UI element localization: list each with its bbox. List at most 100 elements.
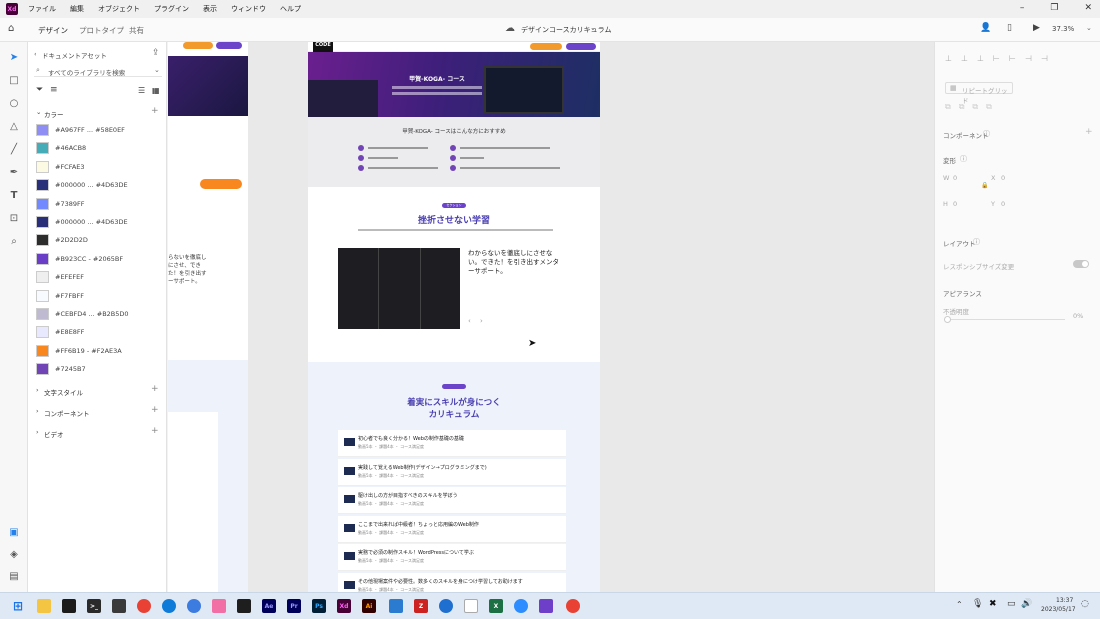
components-heading[interactable]: コンポーネント: [44, 408, 90, 418]
opacity-slider-handle[interactable]: [944, 316, 951, 323]
library-search[interactable]: ⌕ すべてのライブラリを検索 ⌄: [34, 64, 162, 77]
colors-heading[interactable]: カラー: [44, 109, 64, 119]
prev-arrow-icon[interactable]: ‹: [468, 317, 471, 325]
course-row[interactable]: 初心者でも良く分かる！Webの制作基礎の基礎 動画5本 ・ 課題4本 ・ コース満…: [338, 430, 566, 457]
maximize-icon[interactable]: ❐: [1050, 3, 1058, 13]
ellipse-tool-icon[interactable]: ○: [7, 96, 21, 110]
browser-icon[interactable]: [187, 599, 201, 613]
repeat-grid-button[interactable]: ▦ リピートグリッド: [945, 82, 1013, 105]
line-tool-icon[interactable]: ╱: [7, 142, 21, 156]
tab-design[interactable]: デザイン: [38, 25, 68, 44]
color-swatch[interactable]: [36, 160, 49, 173]
artboard-left-lower[interactable]: [168, 360, 248, 592]
zoom-tool-icon[interactable]: ⌕: [7, 234, 21, 248]
tray-app-icon[interactable]: ✖: [989, 599, 997, 609]
assets-icon[interactable]: ▣: [7, 525, 21, 539]
polygon-tool-icon[interactable]: △: [7, 119, 21, 133]
color-swatch[interactable]: [36, 142, 49, 155]
text-tool-icon[interactable]: T: [7, 188, 21, 202]
photos-icon[interactable]: [212, 599, 226, 613]
boolean-icons[interactable]: ⧉⧉⧉⧉: [945, 102, 1025, 112]
home-icon[interactable]: ⌂: [8, 23, 14, 34]
course-row[interactable]: その他現場案件や必要性。数多くのスキルを身につけ学習してお助けます 動画5本 ・ …: [338, 573, 566, 592]
pen-tool-icon[interactable]: ✒: [7, 165, 21, 179]
back-chevron-icon[interactable]: ‹: [34, 50, 37, 58]
color-swatch[interactable]: [36, 308, 49, 320]
add-color-icon[interactable]: +: [151, 106, 159, 116]
color-swatch[interactable]: [36, 179, 49, 192]
menu-help[interactable]: ヘルプ: [280, 4, 301, 14]
menu-file[interactable]: ファイル: [28, 4, 56, 14]
canvas[interactable]: らないを徹底しにさせ、できた！を引き出すーサポート。 CODE 甲賀-KOGA-…: [168, 42, 934, 592]
zoom-chevron-icon[interactable]: ⌄: [1086, 24, 1092, 32]
zoom-level[interactable]: 37.3%: [1052, 25, 1074, 33]
text-styles-chevron-icon[interactable]: ›: [36, 386, 39, 394]
color-swatch[interactable]: [36, 124, 49, 136]
chrome-profile-icon[interactable]: [566, 599, 580, 613]
layout-info-icon[interactable]: ⓘ: [973, 237, 980, 247]
terminal-icon[interactable]: >_: [87, 599, 101, 613]
user-icon[interactable]: 👤: [980, 23, 991, 33]
mobile-preview-icon[interactable]: ▯: [1007, 23, 1012, 33]
illustrator-icon[interactable]: Ai: [362, 599, 376, 613]
excel-icon[interactable]: X: [489, 599, 503, 613]
windows-start-icon[interactable]: ⊞: [11, 599, 25, 613]
color-swatch[interactable]: [36, 363, 49, 376]
artboard-left[interactable]: らないを徹底しにさせ、できた！を引き出すーサポート。: [168, 42, 248, 360]
color-swatch[interactable]: [36, 344, 49, 357]
layers-icon[interactable]: ◈: [7, 547, 21, 561]
add-component-state-icon[interactable]: +: [1085, 127, 1093, 137]
zoom-app-icon[interactable]: [514, 599, 528, 613]
rectangle-tool-icon[interactable]: □: [7, 73, 21, 87]
chevron-down-icon[interactable]: ⌄: [590, 24, 596, 32]
after-effects-icon[interactable]: Ae: [262, 599, 276, 613]
document-title[interactable]: デザインコースカリキュラム: [521, 25, 611, 35]
info-icon[interactable]: ⓘ: [983, 129, 990, 139]
monitor-icon[interactable]: ▭: [1007, 599, 1016, 609]
minimize-icon[interactable]: –: [1020, 3, 1025, 13]
y-value[interactable]: 0: [1001, 200, 1005, 208]
play-icon[interactable]: ▶: [1033, 23, 1040, 33]
app-icon[interactable]: [62, 599, 76, 613]
menu-window[interactable]: ウィンドウ: [231, 4, 266, 14]
edge-icon[interactable]: [162, 599, 176, 613]
volume-icon[interactable]: 🔊: [1021, 599, 1032, 609]
maps-icon[interactable]: [439, 599, 453, 613]
h-value[interactable]: 0: [953, 200, 957, 208]
dropdown-chevron-icon[interactable]: ⌄: [154, 66, 160, 74]
add-video-icon[interactable]: +: [151, 426, 159, 436]
sort-icon[interactable]: ≡: [50, 85, 58, 95]
color-swatch[interactable]: [36, 271, 49, 284]
color-swatch[interactable]: [36, 252, 49, 265]
responsive-toggle[interactable]: [1073, 260, 1089, 268]
course-row[interactable]: 駆け出しの方が目指すべきのスキルを学ぼう 動画5本 ・ 課題4本 ・ コース満足度: [338, 487, 566, 515]
color-swatch[interactable]: [36, 216, 49, 228]
xd-taskbar-icon[interactable]: Xd: [337, 599, 351, 613]
close-icon[interactable]: ✕: [1084, 3, 1092, 13]
w-value[interactable]: 0: [953, 174, 957, 182]
artboard-tool-icon[interactable]: ⊡: [7, 211, 21, 225]
tab-prototype[interactable]: プロトタイプ: [79, 25, 124, 36]
tray-chevron-icon[interactable]: ⌃: [956, 600, 963, 609]
file-explorer-icon[interactable]: [37, 599, 51, 613]
course-row[interactable]: 実践して覚えるWeb制作(デザイン→プログラミングまで) 動画5本 ・ 課題4本 …: [338, 458, 566, 486]
add-component-icon[interactable]: +: [151, 405, 159, 415]
graph-icon[interactable]: [464, 599, 478, 613]
select-tool-icon[interactable]: ➤: [7, 50, 21, 64]
colors-chevron-icon[interactable]: ⌄: [36, 108, 41, 116]
figma-icon[interactable]: [237, 599, 251, 613]
filezilla-icon[interactable]: Z: [414, 599, 428, 613]
premiere-icon[interactable]: Pr: [287, 599, 301, 613]
search-input[interactable]: すべてのライブラリを検索: [48, 67, 125, 77]
share-icon[interactable]: ⇪: [152, 48, 160, 58]
menu-edit[interactable]: 編集: [70, 4, 84, 14]
color-swatch[interactable]: [36, 289, 49, 302]
console-icon[interactable]: [112, 599, 126, 613]
color-swatch[interactable]: [36, 326, 49, 339]
menu-plugin[interactable]: プラグイン: [154, 4, 189, 14]
photoshop-icon[interactable]: Ps: [312, 599, 326, 613]
next-arrow-icon[interactable]: ›: [480, 317, 483, 325]
filter-icon[interactable]: ⏷: [36, 85, 43, 95]
list-view-icon[interactable]: ☰: [138, 86, 145, 95]
components-chevron-icon[interactable]: ›: [36, 407, 39, 415]
